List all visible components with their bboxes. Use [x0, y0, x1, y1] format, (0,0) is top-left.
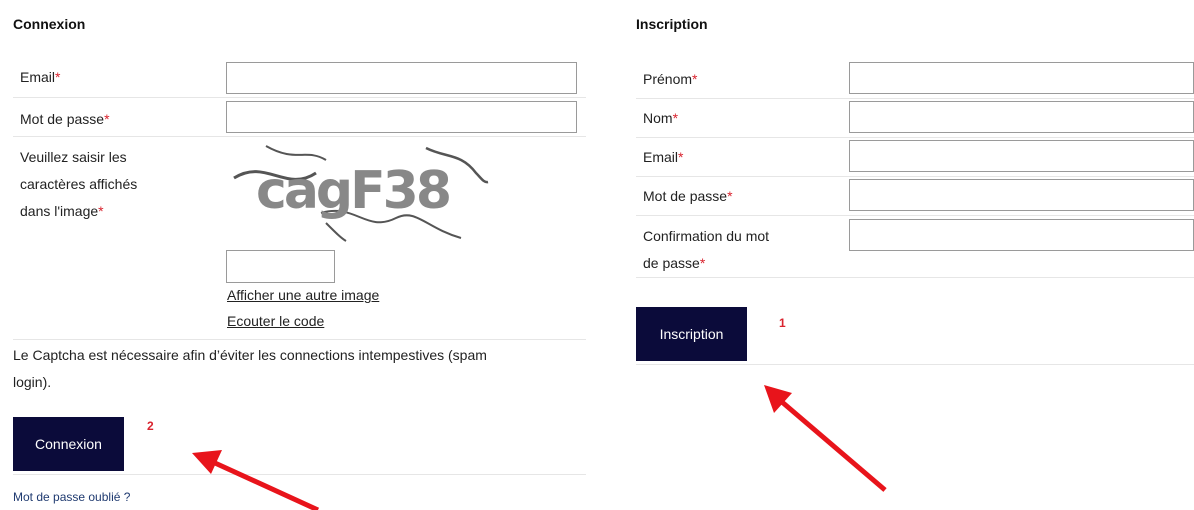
red-arrow-icon [764, 385, 887, 492]
annotation-arrows [192, 385, 887, 510]
red-arrow-icon [192, 450, 320, 510]
